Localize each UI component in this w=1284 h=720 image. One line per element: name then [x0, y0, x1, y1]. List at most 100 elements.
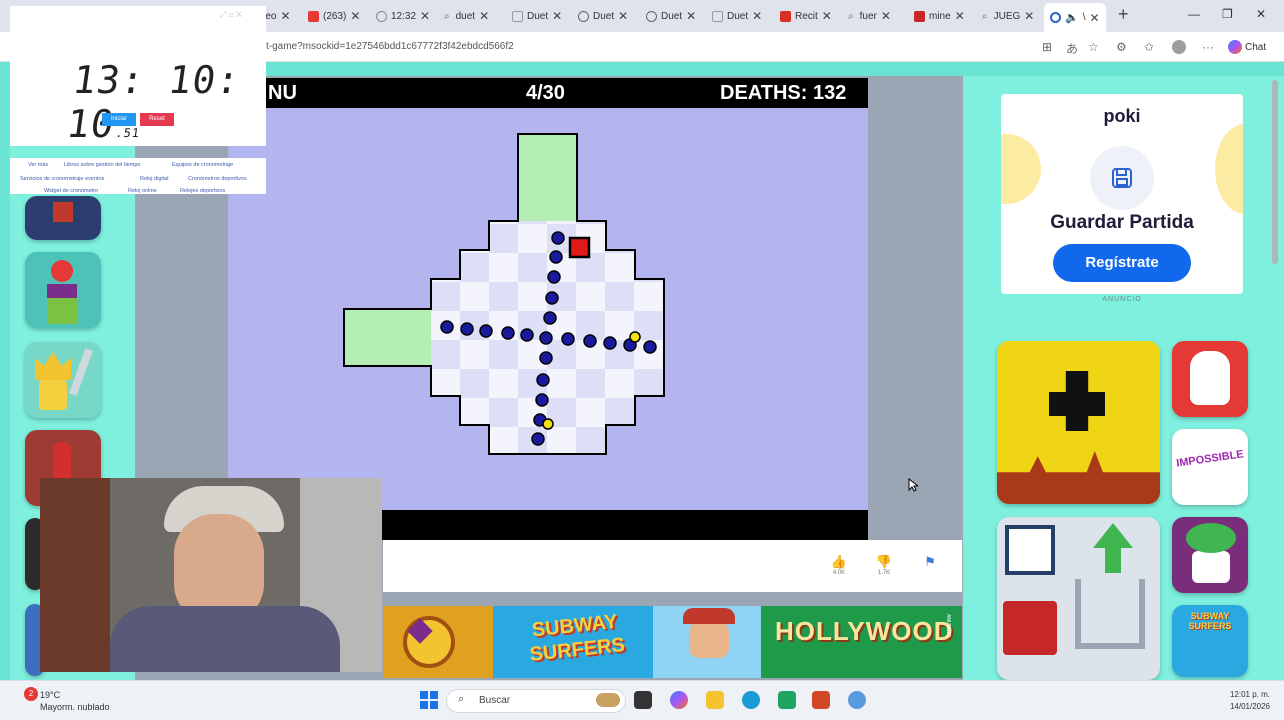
related-link[interactable]: Libros sobre gestión del tiempo — [64, 162, 140, 168]
browser-tab[interactable]: Duet ✕ — [578, 5, 628, 27]
game-thumbnail[interactable]: SUBWAY SURFERS — [493, 606, 653, 678]
coin — [542, 418, 554, 430]
apps-icon[interactable]: ⊞ — [1042, 40, 1052, 54]
close-icon[interactable]: ✕ — [955, 9, 965, 23]
level-board — [343, 133, 665, 455]
system-clock[interactable]: 12:01 p. m. 14/01/2026 — [1210, 689, 1270, 713]
window-controls[interactable]: ⤢ ⊡ ✕ — [220, 10, 242, 20]
star-icon[interactable]: ☆ — [1088, 40, 1099, 54]
url-text[interactable]: t-game?msockid=1e27546bdd1c67772f3f42ebd… — [266, 41, 514, 52]
enemy-dot — [603, 336, 617, 350]
browser-tab[interactable]: Recit ✕ — [780, 5, 832, 27]
enemy-dot — [545, 291, 559, 305]
door-shape — [40, 478, 110, 672]
browser-tab[interactable]: ⌕ duet ✕ — [444, 5, 489, 27]
profile-avatar[interactable] — [1172, 40, 1186, 54]
related-link[interactable]: Reloj digital — [140, 176, 168, 182]
red-block-icon — [1003, 601, 1057, 655]
close-icon[interactable]: ✕ — [552, 9, 562, 23]
minimize-button[interactable]: — — [1188, 7, 1200, 21]
task-view-icon[interactable] — [634, 691, 652, 709]
close-icon[interactable]: ✕ — [479, 9, 489, 23]
chrome-icon[interactable] — [848, 691, 866, 709]
search-icon: ⌕ — [458, 693, 465, 705]
related-link[interactable]: Relojes deportivos — [180, 188, 225, 194]
body-shape — [110, 606, 340, 672]
poki-ad: poki Guardar Partida Regístrate — [1001, 94, 1243, 294]
king-icon — [39, 380, 67, 410]
more-icon[interactable]: ··· — [1202, 40, 1214, 54]
decor-blob — [1215, 124, 1243, 214]
close-icon[interactable]: ✕ — [686, 9, 696, 23]
new-tab-button[interactable]: + — [1118, 4, 1129, 25]
close-icon[interactable]: ✕ — [280, 9, 290, 23]
close-icon[interactable]: ✕ — [618, 9, 628, 23]
edge-icon[interactable] — [742, 691, 760, 709]
menu-label[interactable]: NU — [268, 82, 297, 105]
webcam-overlay — [40, 478, 382, 672]
related-link[interactable]: Widget de cronómetro — [44, 188, 98, 194]
copilot-chat-button[interactable]: Chat — [1228, 40, 1266, 54]
whatsapp-icon[interactable] — [778, 691, 796, 709]
tab-label: Duet — [593, 10, 615, 22]
game-thumbnail[interactable] — [25, 196, 101, 240]
page-icon — [512, 10, 523, 22]
close-icon[interactable]: ✕ — [752, 9, 762, 23]
copilot-icon[interactable] — [670, 691, 688, 709]
weather-widget[interactable]: 19°C Mayorm. nublado — [40, 689, 110, 713]
game-thumbnail[interactable] — [1172, 517, 1248, 593]
close-icon[interactable]: ✕ — [881, 9, 891, 23]
bing-game-icon[interactable] — [596, 693, 620, 707]
related-link[interactable]: Cronómetros deportivos — [188, 176, 247, 182]
game-canvas[interactable]: NU 4/30 DEATHS: 132 — [228, 78, 868, 540]
related-link[interactable]: Reloj online — [128, 188, 157, 194]
browser-tab[interactable]: Duet ✕ — [646, 5, 696, 27]
window-close-button[interactable]: ✕ — [1256, 7, 1266, 21]
game-thumbnail[interactable]: IMPOSSIBLE — [1172, 429, 1248, 505]
extensions-icon[interactable]: ⚙ — [1116, 40, 1127, 54]
powerpoint-icon[interactable] — [812, 691, 830, 709]
start-button[interactable]: Iniciar — [102, 113, 136, 126]
browser-tab[interactable]: mine ✕ — [914, 5, 965, 27]
subway-surfers-logo: SUBWAY SURFERS — [528, 610, 626, 666]
game-thumbnail[interactable] — [383, 606, 493, 678]
game-thumbnail[interactable] — [653, 606, 761, 678]
enemy-dot — [561, 332, 575, 346]
close-icon[interactable]: ✕ — [420, 9, 430, 23]
register-button[interactable]: Regístrate — [1053, 244, 1191, 282]
game-thumbnail[interactable] — [997, 341, 1160, 504]
restore-button[interactable]: ❐ — [1222, 7, 1233, 21]
browser-tab[interactable]: Duet ✕ — [512, 5, 562, 27]
browser-tab[interactable]: 12:32 ✕ — [376, 5, 430, 27]
reset-button[interactable]: Reset — [140, 113, 174, 126]
game-thumbnail[interactable] — [1172, 341, 1248, 417]
browser-tab[interactable]: ⌕ fuer ✕ — [848, 5, 891, 27]
translate-icon[interactable]: あ — [1066, 40, 1078, 57]
browser-tab-active[interactable]: 🔈 \ ✕ — [1044, 3, 1106, 32]
speaker-icon[interactable]: 🔈 — [1065, 11, 1079, 24]
browser-tab[interactable]: ⌕ JUEG ✕ — [982, 5, 1034, 27]
like-button[interactable]: 👍 4.0K — [827, 554, 851, 576]
related-link[interactable]: Equipos de cronometraje — [172, 162, 233, 168]
windows-start-icon[interactable] — [420, 691, 438, 709]
close-icon[interactable]: ✕ — [822, 9, 832, 23]
game-thumbnail[interactable] — [25, 342, 101, 418]
tab-label: \ — [1082, 12, 1086, 23]
browser-tab[interactable]: Duet ✕ — [712, 5, 762, 27]
close-icon[interactable]: ✕ — [1024, 9, 1034, 23]
close-icon[interactable]: ✕ — [1089, 11, 1099, 25]
game-thumbnail[interactable] — [997, 517, 1160, 680]
page-scrollbar[interactable] — [1272, 80, 1278, 264]
game-thumbnail[interactable]: SUBWAY SURFERS — [1172, 605, 1248, 677]
report-button[interactable]: ⚑ — [918, 554, 942, 570]
game-thumbnail[interactable] — [25, 252, 101, 328]
dislike-button[interactable]: 👎 1.7K — [872, 554, 896, 576]
browser-tab[interactable]: reo ✕ — [262, 5, 291, 27]
related-link[interactable]: Ver más — [28, 162, 48, 168]
close-icon[interactable]: ✕ — [350, 9, 360, 23]
game-thumbnail[interactable]: HOLLYWOOD ANUNCIO — [761, 606, 962, 678]
favorites-icon[interactable]: ✩ — [1144, 40, 1154, 54]
browser-tab[interactable]: (263) ✕ — [308, 5, 360, 27]
file-explorer-icon[interactable] — [706, 691, 724, 709]
related-link[interactable]: Servicios de cronometraje eventos — [20, 176, 104, 182]
